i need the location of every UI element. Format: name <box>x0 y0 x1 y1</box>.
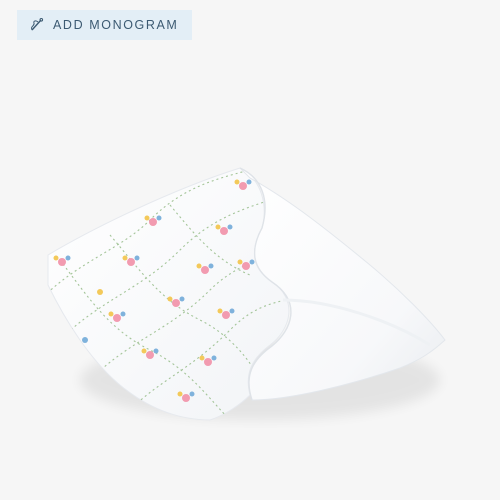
needle-thread-icon <box>29 17 45 33</box>
product-image <box>47 167 446 421</box>
add-monogram-button[interactable]: ADD MONOGRAM <box>17 10 193 40</box>
product-image-stage: ADD MONOGRAM <box>0 0 500 500</box>
add-monogram-label: ADD MONOGRAM <box>53 18 179 32</box>
